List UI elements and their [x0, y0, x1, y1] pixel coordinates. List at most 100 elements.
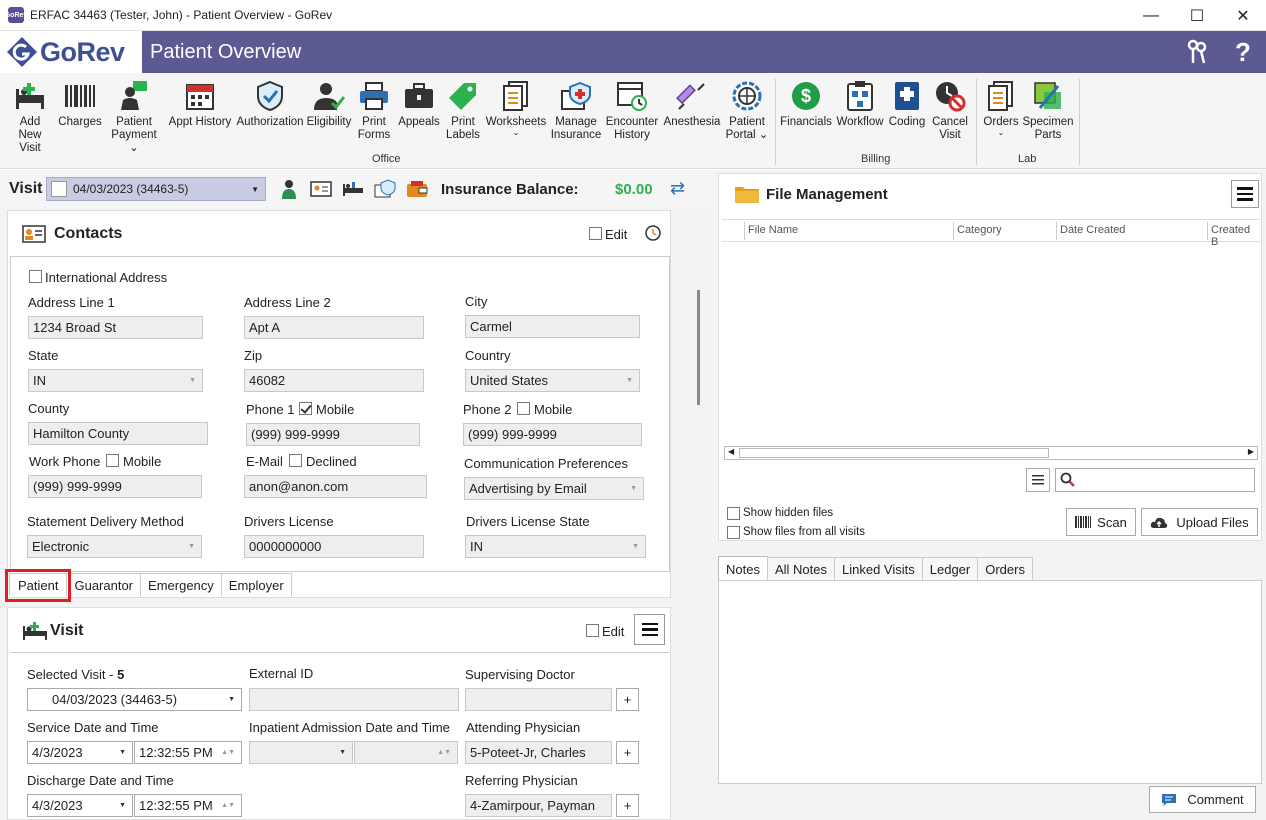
- tab-orders[interactable]: Orders: [977, 557, 1033, 581]
- file-grid-hscroll[interactable]: ◀ ▶: [724, 446, 1258, 460]
- orders-button[interactable]: Orders ⌄: [981, 79, 1021, 137]
- patient-portal-button[interactable]: Patient Portal ⌄: [724, 79, 770, 142]
- visit-select-checkbox[interactable]: [51, 181, 67, 197]
- manage-insurance-button[interactable]: Manage Insurance: [550, 79, 602, 142]
- state-select[interactable]: IN ▼: [28, 369, 203, 392]
- financials-button[interactable]: $ Financials: [780, 79, 832, 129]
- maximize-button[interactable]: ☐: [1174, 0, 1220, 31]
- show-hidden-files-checkbox[interactable]: [727, 507, 740, 520]
- contacts-edit-checkbox[interactable]: [589, 227, 602, 240]
- authorization-button[interactable]: Authorization: [236, 79, 304, 129]
- zip-field[interactable]: 46082: [244, 369, 424, 392]
- chevron-left-icon[interactable]: ◀: [728, 447, 734, 456]
- selected-visit-select[interactable]: 04/03/2023 (34463-5) ▼: [27, 688, 242, 711]
- service-date-field[interactable]: 4/3/2023 ▼: [27, 741, 133, 764]
- inpatient-time-field[interactable]: ▲▼: [354, 741, 458, 764]
- col-file-name[interactable]: File Name: [748, 224, 798, 236]
- discharge-time-field[interactable]: 12:32:55 PM ▲▼: [134, 794, 242, 817]
- wallet-icon[interactable]: [406, 179, 428, 199]
- visit-select[interactable]: 04/03/2023 (34463-5) ▼: [46, 177, 266, 201]
- comm-pref-select[interactable]: Advertising by Email ▼: [464, 477, 644, 500]
- supervising-doctor-field[interactable]: [465, 688, 612, 711]
- tab-ledger[interactable]: Ledger: [921, 557, 979, 581]
- spinner-icon[interactable]: ▲▼: [437, 749, 451, 756]
- file-search-input[interactable]: [1055, 468, 1255, 492]
- specimen-parts-button[interactable]: Specimen Parts: [1022, 79, 1074, 142]
- tab-emergency[interactable]: Emergency: [140, 573, 222, 596]
- county-field[interactable]: Hamilton County: [28, 422, 208, 445]
- discharge-date-field[interactable]: 4/3/2023 ▼: [27, 794, 133, 817]
- list-view-icon[interactable]: [1026, 468, 1050, 492]
- spinner-icon[interactable]: ▲▼: [221, 749, 235, 756]
- id-card-icon[interactable]: [310, 179, 332, 199]
- anesthesia-button[interactable]: Anesthesia: [663, 79, 721, 129]
- work-phone-mobile-checkbox[interactable]: [106, 454, 119, 467]
- patient-payment-button[interactable]: Patient Payment ⌄: [107, 79, 161, 155]
- doctor-icon[interactable]: [278, 179, 300, 199]
- add-attending-button[interactable]: +: [616, 741, 639, 764]
- col-category[interactable]: Category: [957, 224, 1002, 236]
- appt-history-button[interactable]: Appt History: [167, 79, 233, 129]
- statement-delivery-select[interactable]: Electronic ▼: [27, 535, 202, 558]
- chevron-right-icon[interactable]: ▶: [1248, 447, 1254, 456]
- print-labels-button[interactable]: Print Labels: [442, 79, 484, 142]
- keys-icon[interactable]: [1174, 31, 1220, 73]
- spinner-icon[interactable]: ▲▼: [221, 802, 235, 809]
- workflow-button[interactable]: Workflow: [835, 79, 885, 129]
- comment-button[interactable]: Comment: [1149, 786, 1256, 813]
- bed-icon[interactable]: [342, 179, 364, 199]
- refresh-icon[interactable]: ⇄: [670, 178, 685, 199]
- upload-files-button[interactable]: Upload Files: [1141, 508, 1258, 536]
- tab-all-notes[interactable]: All Notes: [766, 557, 835, 581]
- tab-linked-visits[interactable]: Linked Visits: [834, 557, 923, 581]
- add-referring-button[interactable]: +: [616, 794, 639, 817]
- referring-physician-field[interactable]: 4-Zamirpour, Payman: [465, 794, 612, 817]
- eligibility-button[interactable]: Eligibility: [307, 79, 351, 129]
- help-icon[interactable]: ?: [1220, 31, 1266, 73]
- tab-guarantor[interactable]: Guarantor: [66, 573, 142, 596]
- international-address-checkbox[interactable]: [29, 270, 42, 283]
- add-new-visit-button[interactable]: Add New Visit: [8, 79, 52, 155]
- history-clock-icon[interactable]: [644, 224, 662, 245]
- phone1-mobile-checkbox[interactable]: [299, 402, 312, 415]
- file-menu-button[interactable]: [1231, 180, 1259, 208]
- scan-button[interactable]: Scan: [1066, 508, 1136, 536]
- col-created-by[interactable]: Created B: [1211, 224, 1260, 248]
- address1-field[interactable]: 1234 Broad St: [28, 316, 203, 339]
- insurance-icon[interactable]: [374, 179, 396, 199]
- country-select[interactable]: United States ▼: [465, 369, 640, 392]
- appeals-button[interactable]: Appeals: [397, 79, 441, 129]
- close-button[interactable]: ✕: [1220, 0, 1266, 31]
- email-declined-checkbox[interactable]: [289, 454, 302, 467]
- dl-state-select[interactable]: IN ▼: [465, 535, 646, 558]
- worksheets-button[interactable]: Worksheets ⌄: [486, 79, 546, 137]
- col-date-created[interactable]: Date Created: [1060, 224, 1125, 236]
- tab-employer[interactable]: Employer: [220, 573, 292, 596]
- phone2-mobile-checkbox[interactable]: [517, 402, 530, 415]
- cancel-visit-button[interactable]: Cancel Visit: [930, 79, 970, 142]
- visit-edit-checkbox[interactable]: [586, 624, 599, 637]
- notes-body[interactable]: [718, 580, 1262, 784]
- hscroll-thumb[interactable]: [739, 448, 1049, 458]
- phone1-field[interactable]: (999) 999-9999: [246, 423, 420, 446]
- coding-button[interactable]: Coding: [887, 79, 927, 129]
- inpatient-date-field[interactable]: ▼: [249, 741, 353, 764]
- email-field[interactable]: anon@anon.com: [244, 475, 427, 498]
- attending-physician-field[interactable]: 5-Poteet-Jr, Charles: [465, 741, 612, 764]
- show-all-visits-checkbox[interactable]: [727, 526, 740, 539]
- address2-field[interactable]: Apt A: [244, 316, 424, 339]
- print-forms-button[interactable]: Print Forms: [353, 79, 395, 142]
- charges-button[interactable]: Charges: [58, 79, 102, 129]
- service-time-field[interactable]: 12:32:55 PM ▲▼: [134, 741, 242, 764]
- drivers-license-field[interactable]: 0000000000: [244, 535, 424, 558]
- encounter-history-button[interactable]: Encounter History: [605, 79, 659, 142]
- add-supervising-button[interactable]: +: [616, 688, 639, 711]
- visit-menu-button[interactable]: [634, 614, 665, 645]
- city-field[interactable]: Carmel: [465, 315, 640, 338]
- minimize-button[interactable]: —: [1128, 0, 1174, 31]
- tab-notes[interactable]: Notes: [718, 556, 768, 581]
- left-panel-scrollbar[interactable]: [697, 290, 700, 405]
- work-phone-field[interactable]: (999) 999-9999: [28, 475, 202, 498]
- phone2-field[interactable]: (999) 999-9999: [463, 423, 642, 446]
- external-id-field[interactable]: [249, 688, 459, 711]
